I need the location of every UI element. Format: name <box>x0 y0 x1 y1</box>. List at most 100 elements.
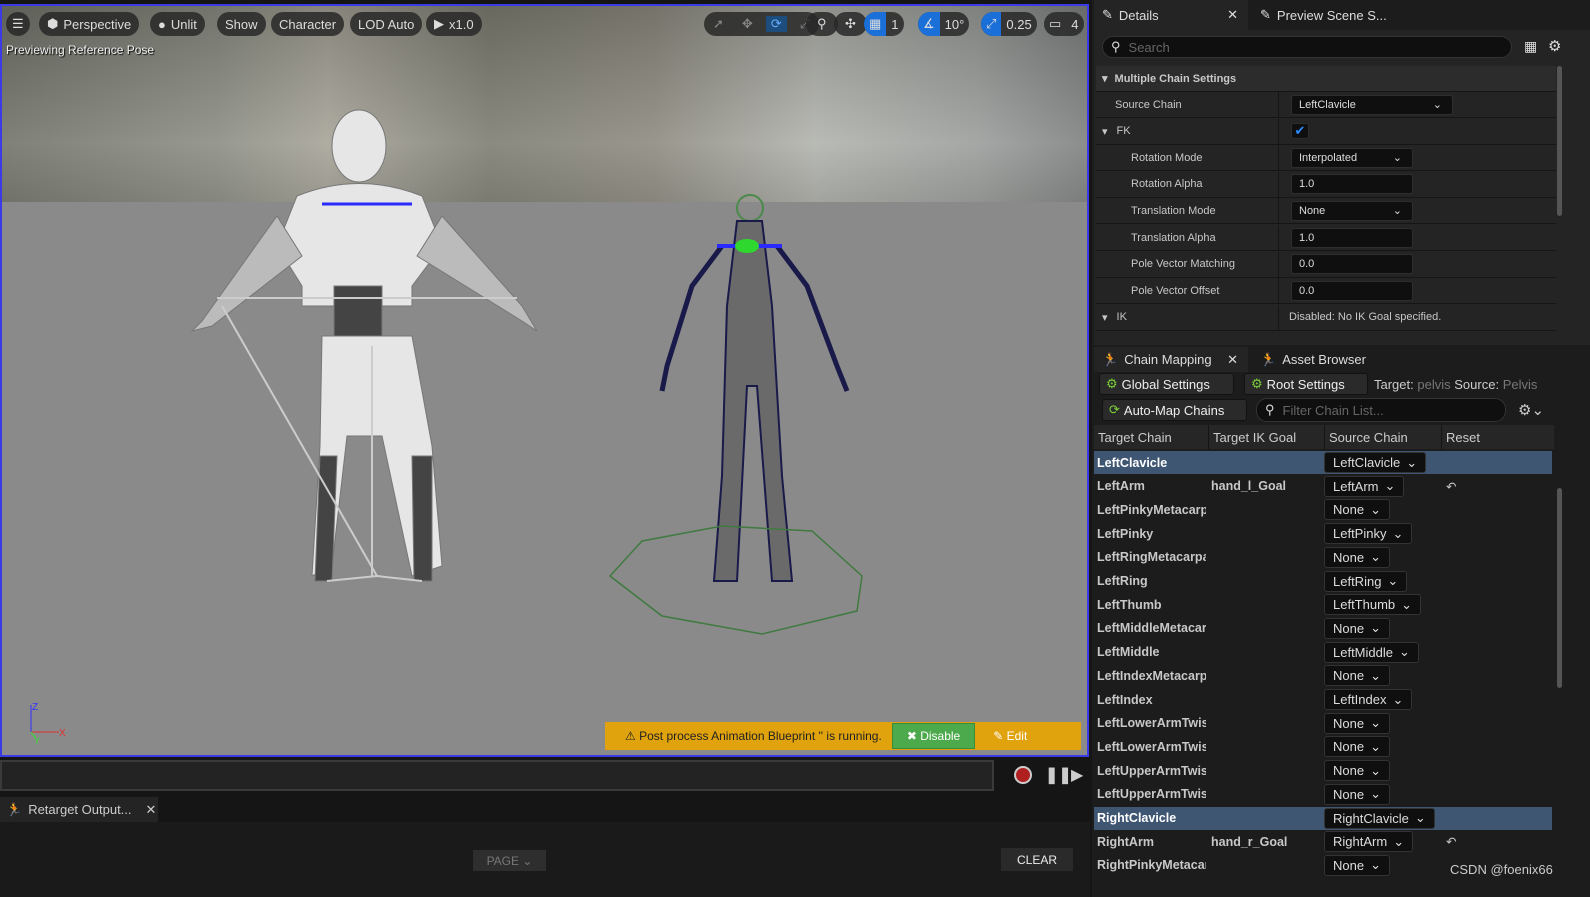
chain-row[interactable]: LeftPinky LeftPinky ⌄ <box>1094 522 1552 545</box>
clear-button[interactable]: CLEAR <box>1001 848 1073 871</box>
chain-row[interactable]: LeftPinkyMetacarpal None⌄ <box>1094 498 1552 521</box>
scale-snap-button[interactable]: ⤢ 0.25 <box>981 12 1037 36</box>
source-chain-dropdown[interactable]: None ⌄ <box>1324 712 1390 734</box>
viewport[interactable]: ☰ ⬢ Perspective ● Unlit Show Character LOD… <box>0 4 1089 757</box>
collapse-arrow-icon[interactable]: ▾ <box>1096 125 1108 138</box>
rotate-icon[interactable]: ⟳ <box>765 16 787 32</box>
close-icon[interactable]: ✕ <box>146 802 157 818</box>
source-chain-dropdown[interactable]: LeftMiddle ⌄ <box>1324 641 1419 663</box>
play-speed-button[interactable]: ▶ x1.0 <box>426 12 482 36</box>
reset-icon[interactable]: ↶ <box>1446 834 1456 849</box>
details-scrollbar[interactable] <box>1557 66 1562 216</box>
chain-row[interactable]: LeftThumb LeftThumb ⌄ <box>1094 593 1552 616</box>
chain-row[interactable]: RightArm hand_r_Goal RightArm ⌄ ↶ <box>1094 830 1552 853</box>
property-number-input[interactable]: 1.0 <box>1291 174 1413 195</box>
tab-preview-scene[interactable]: ✎ Preview Scene S... <box>1252 0 1412 30</box>
source-chain-dropdown[interactable]: None ⌄ <box>1324 783 1390 805</box>
fk-checkbox[interactable]: ✔ <box>1291 123 1309 140</box>
root-settings-button[interactable]: ⚙ Root Settings <box>1244 373 1368 395</box>
grid-snap-button[interactable]: ▦ 1 <box>864 12 904 36</box>
chain-row[interactable]: LeftLowerArmTwist None ⌄ <box>1094 712 1552 735</box>
chain-row[interactable]: LeftIndexMetacarpal None ⌄ <box>1094 664 1552 687</box>
lod-button[interactable]: LOD Auto <box>350 12 423 36</box>
transform-tools[interactable]: ➚ ✥ ⟳ ⤢ <box>704 12 820 36</box>
column-reset[interactable]: Reset <box>1442 425 1554 449</box>
retarget-output-tab[interactable]: 🏃 Retarget Output... ✕ <box>0 797 158 822</box>
property-number-input[interactable]: 1.0 <box>1291 227 1413 248</box>
chain-scrollbar[interactable] <box>1557 488 1562 688</box>
source-chain-dropdown[interactable]: None ⌄ <box>1324 617 1390 639</box>
select-icon[interactable]: ➚ <box>708 16 729 32</box>
details-search-input[interactable]: ⚲ Search <box>1102 36 1512 58</box>
source-chain-dropdown[interactable]: None ⌄ <box>1324 760 1390 782</box>
perspective-button[interactable]: ⬢ Perspective <box>39 12 140 36</box>
global-settings-button[interactable]: ⚙ Global Settings <box>1099 373 1234 395</box>
reset-icon[interactable]: ↶ <box>1446 479 1456 494</box>
chain-row[interactable]: LeftRingMetacarpal None ⌄ <box>1094 546 1552 569</box>
chain-row[interactable]: RightClavicle RightClavicle ⌄ <box>1094 806 1552 830</box>
chain-options-icon[interactable]: ⚙⌄ <box>1518 401 1544 419</box>
translate-icon[interactable]: ✥ <box>737 16 758 32</box>
column-source-chain[interactable]: Source Chain <box>1325 425 1442 449</box>
column-target-ik-goal[interactable]: Target IK Goal <box>1209 425 1325 449</box>
disable-button[interactable]: ✖ Disable <box>891 723 976 749</box>
chain-row[interactable]: LeftIndex LeftIndex ⌄ <box>1094 688 1552 711</box>
record-button[interactable] <box>1014 766 1032 784</box>
chain-row[interactable]: LeftRing LeftRing ⌄ <box>1094 570 1552 593</box>
chevron-down-icon: ⌄ <box>1392 525 1404 541</box>
close-icon[interactable]: ✕ <box>1227 352 1238 368</box>
source-chain-dropdown[interactable]: None ⌄ <box>1324 665 1390 687</box>
section-multiple-chain-settings[interactable]: ▾ Multiple Chain Settings <box>1096 66 1556 92</box>
pause-button[interactable]: ❚❚ <box>1045 765 1072 785</box>
property-dropdown[interactable]: LeftClavicle ⌄ <box>1291 94 1453 115</box>
chain-row[interactable]: LeftMiddle LeftMiddle ⌄ <box>1094 641 1552 664</box>
show-button[interactable]: Show <box>217 12 266 36</box>
svg-text:Y: Y <box>34 736 40 745</box>
chevron-down-icon: ⌄ <box>1392 152 1402 165</box>
source-chain-dropdown[interactable]: LeftThumb ⌄ <box>1324 594 1422 616</box>
close-icon[interactable]: ✕ <box>1227 7 1238 23</box>
chain-row[interactable]: LeftUpperArmTwist None ⌄ <box>1094 759 1552 782</box>
property-dropdown[interactable]: None ⌄ <box>1291 200 1413 221</box>
character-button[interactable]: Character <box>271 12 345 36</box>
settings-icon[interactable]: ⚙ <box>1548 37 1561 55</box>
source-chain-dropdown[interactable]: None ⌄ <box>1324 736 1390 758</box>
menu-button[interactable]: ☰ <box>6 12 30 36</box>
property-number-input[interactable]: 0.0 <box>1291 254 1413 275</box>
chain-row[interactable]: LeftArm hand_l_Goal LeftArm ⌄ ↶ <box>1094 475 1552 498</box>
surface-snap-button[interactable]: ✣ <box>834 12 867 36</box>
page-dropdown[interactable]: PAGE ⌄ <box>473 850 546 871</box>
edit-button[interactable]: ✎ Edit <box>993 729 1027 743</box>
source-chain-dropdown[interactable]: None ⌄ <box>1324 854 1390 876</box>
chain-row[interactable]: LeftUpperArmTwist None ⌄ <box>1094 783 1552 806</box>
tab-chain-mapping[interactable]: 🏃 Chain Mapping ✕ <box>1094 347 1248 372</box>
collapse-arrow-icon[interactable]: ▾ <box>1096 311 1108 324</box>
filter-chain-input[interactable]: ⚲ Filter Chain List... <box>1256 398 1506 422</box>
source-chain-dropdown[interactable]: LeftIndex ⌄ <box>1324 689 1413 710</box>
source-chain-dropdown[interactable]: LeftClavicle ⌄ <box>1324 452 1427 473</box>
view-options-icon[interactable]: ▦ <box>1524 38 1537 55</box>
source-chain-dropdown[interactable]: None ⌄ <box>1324 546 1390 568</box>
chain-row[interactable]: LeftLowerArmTwist None ⌄ <box>1094 735 1552 758</box>
source-chain-dropdown[interactable]: LeftArm ⌄ <box>1324 475 1405 497</box>
property-number-input[interactable]: 0.0 <box>1291 280 1413 301</box>
source-chain-dropdown[interactable]: LeftPinky ⌄ <box>1324 523 1413 545</box>
chain-row[interactable]: LeftClavicle LeftClavicle ⌄ <box>1094 451 1552 474</box>
source-chain-dropdown[interactable]: RightClavicle ⌄ <box>1324 807 1435 829</box>
auto-map-chains-button[interactable]: ⟳ Auto-Map Chains <box>1102 399 1247 421</box>
step-forward-button[interactable]: ▶ <box>1071 765 1083 785</box>
tab-asset-browser[interactable]: 🏃 Asset Browser <box>1252 347 1412 372</box>
camera-speed-button[interactable]: ▭ 4 <box>1044 12 1084 36</box>
rotation-snap-button[interactable]: ∡ 10° <box>918 12 970 36</box>
local-space-button[interactable]: ⚲ <box>806 12 838 36</box>
source-chain-dropdown[interactable]: RightArm ⌄ <box>1324 831 1414 853</box>
timeline-bar[interactable] <box>0 760 994 791</box>
tab-details[interactable]: ✎ Details ✕ <box>1094 0 1248 30</box>
target-chain: LeftMiddleMetacarpal <box>1097 621 1206 636</box>
property-dropdown[interactable]: Interpolated ⌄ <box>1291 147 1413 168</box>
source-chain-dropdown[interactable]: None ⌄ <box>1324 499 1390 521</box>
view-mode-button[interactable]: ● Unlit <box>150 12 205 36</box>
source-chain-dropdown[interactable]: LeftRing ⌄ <box>1324 570 1408 592</box>
column-target-chain[interactable]: Target Chain <box>1094 425 1209 449</box>
chain-row[interactable]: LeftMiddleMetacarpal None⌄ <box>1094 617 1552 640</box>
